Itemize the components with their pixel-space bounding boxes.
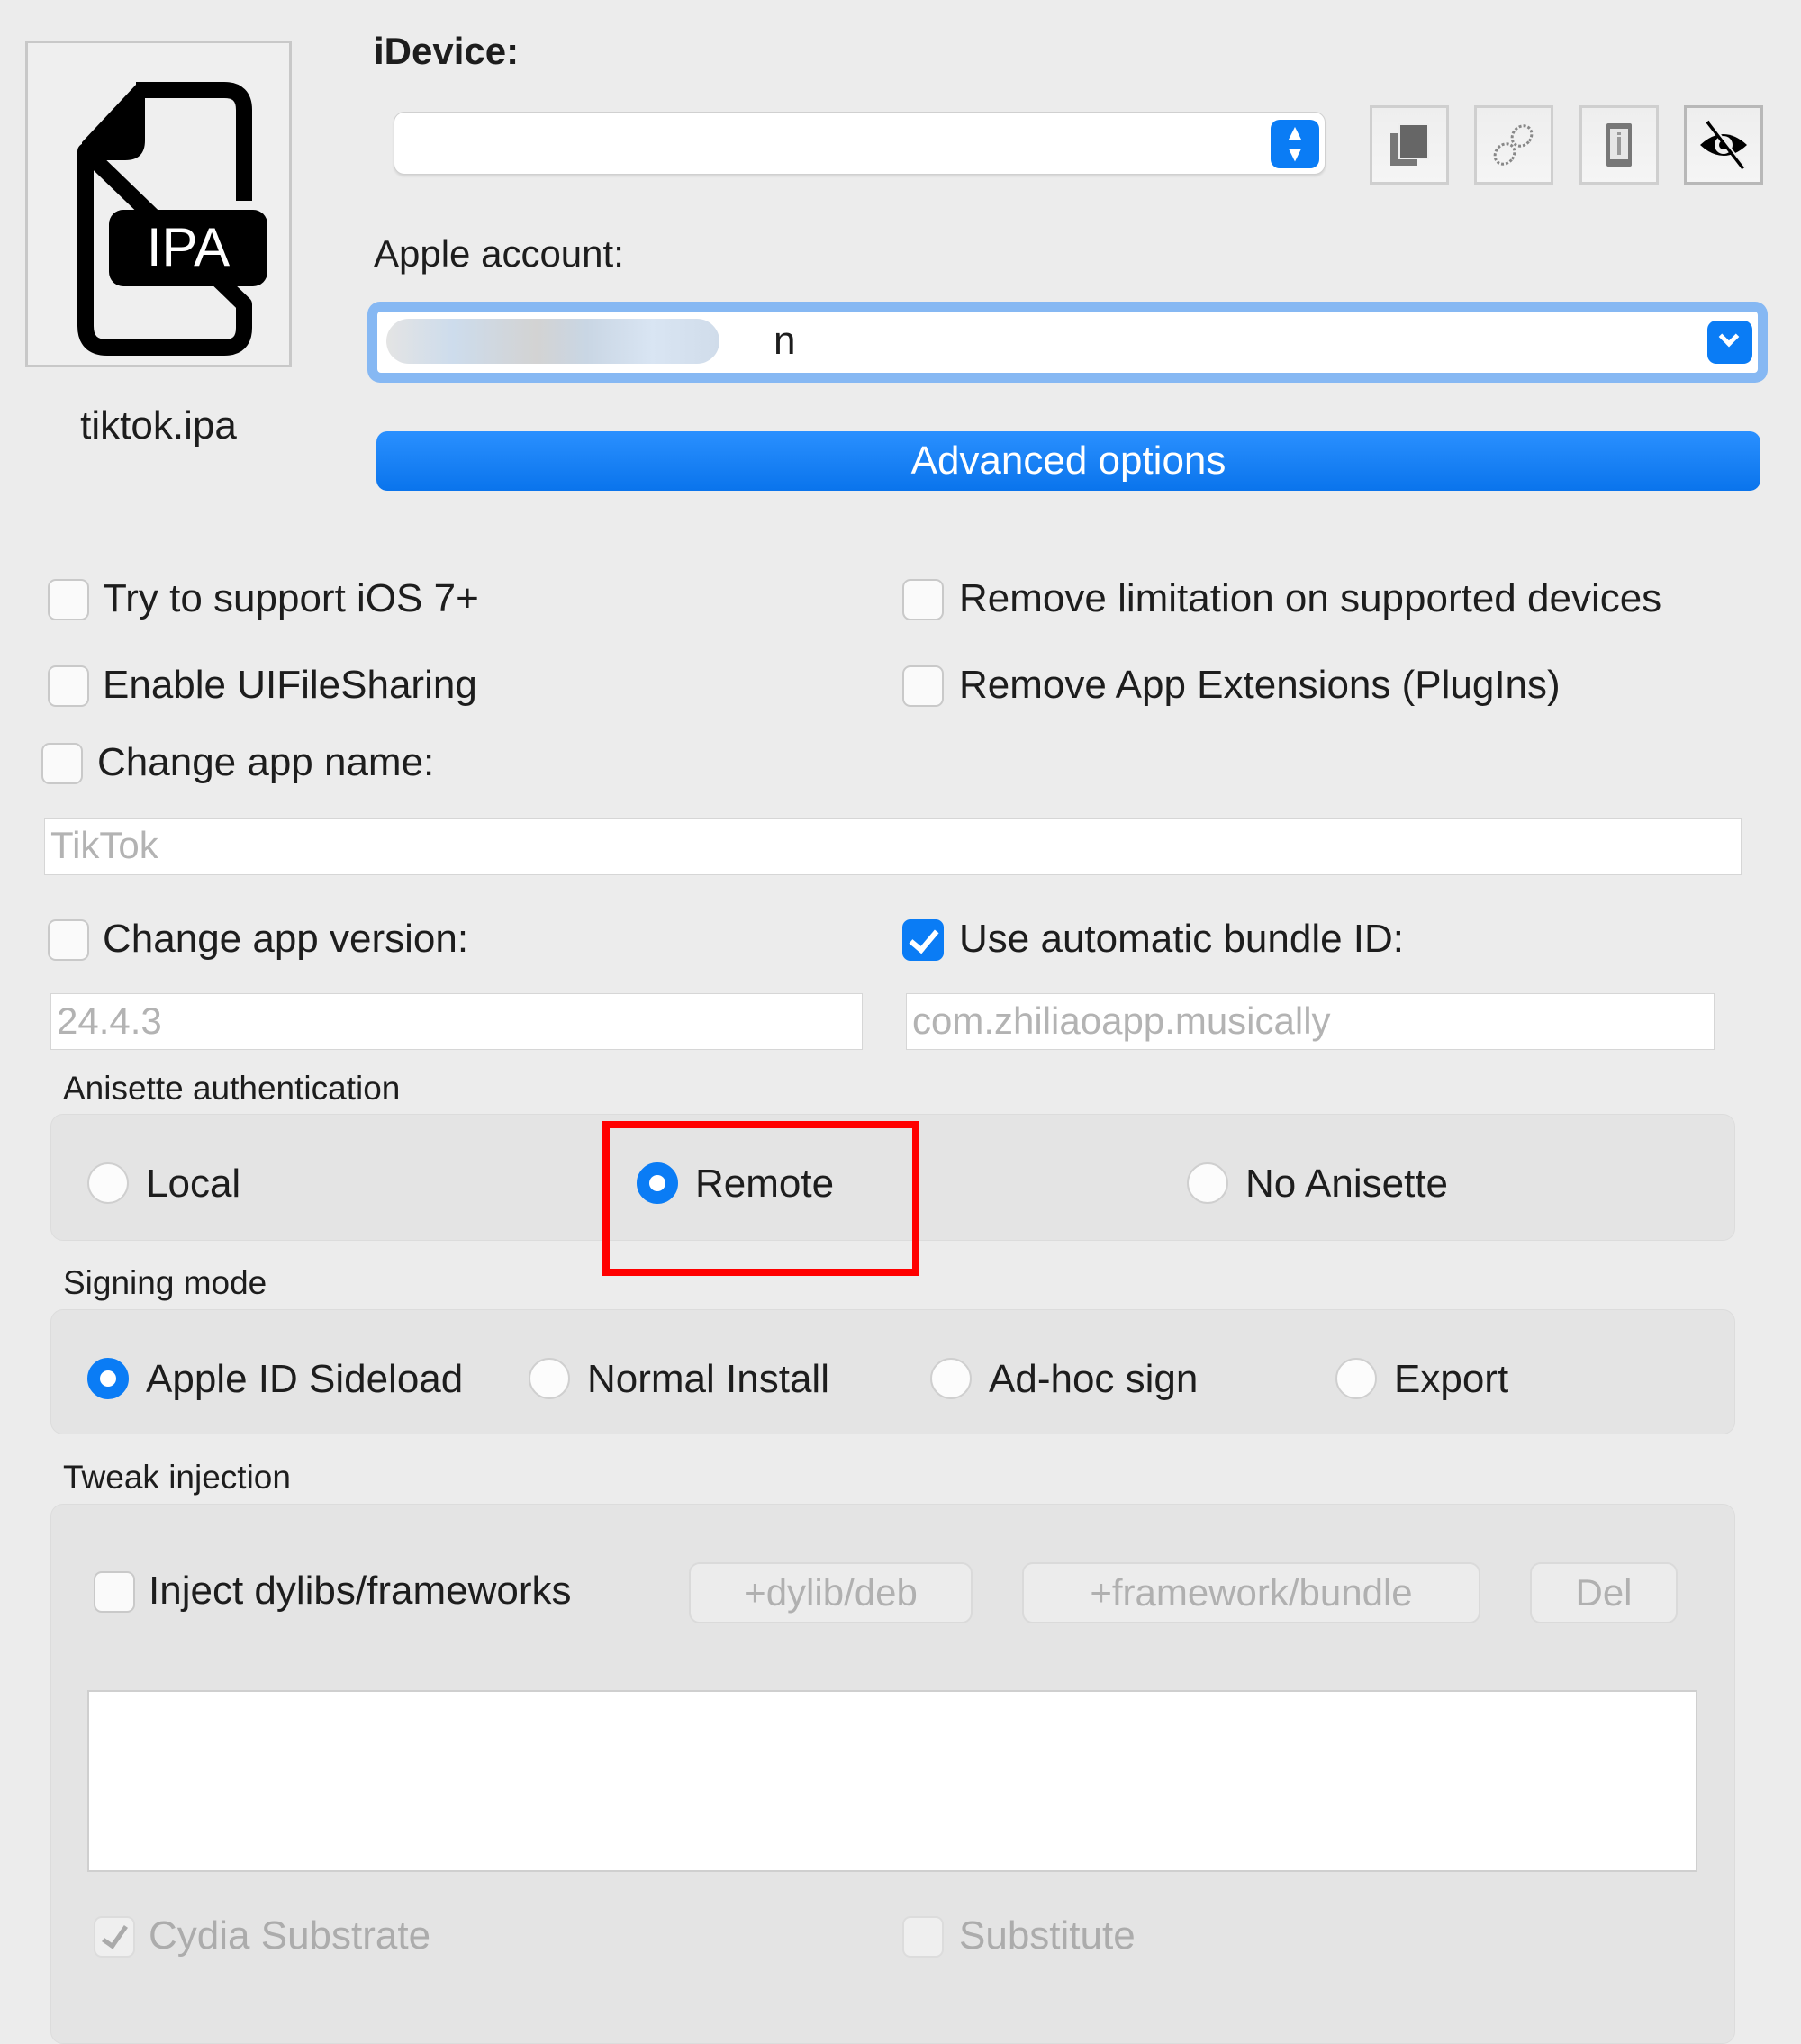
signing-sideload-radio[interactable] [87, 1358, 129, 1399]
highlight-box [602, 1121, 919, 1276]
copy-icon [1390, 123, 1429, 166]
automatic-bundle-id-checkbox[interactable] [902, 919, 944, 961]
apple-account-label: Apple account: [374, 232, 624, 275]
eye-slash-icon [1700, 120, 1747, 170]
substitute-checkbox[interactable] [902, 1916, 944, 1958]
cydia-substrate-checkbox[interactable] [94, 1916, 135, 1958]
ios7-checkbox[interactable] [48, 579, 89, 620]
anisette-none-radio[interactable] [1187, 1162, 1228, 1204]
idevice-label: iDevice: [374, 30, 520, 72]
anisette-local-label: Local [146, 1162, 241, 1206]
inject-label: Inject dylibs/frameworks [149, 1569, 572, 1613]
apple-account-combobox[interactable]: n [367, 302, 1768, 383]
remove-extensions-label: Remove App Extensions (PlugIns) [959, 663, 1561, 707]
chevron-down-icon[interactable] [1707, 321, 1752, 364]
remove-limitation-checkbox[interactable] [902, 579, 944, 620]
device-info-button[interactable] [1579, 105, 1659, 185]
signing-mode-label: Signing mode [63, 1264, 267, 1301]
ipa-file-drop-area[interactable]: IPA [25, 41, 292, 367]
signing-adhoc-radio[interactable] [930, 1358, 972, 1399]
unlink-button[interactable] [1474, 105, 1553, 185]
automatic-bundle-id-label: Use automatic bundle ID: [959, 917, 1405, 961]
ipa-file-icon: IPA [77, 82, 267, 356]
svg-text:IPA: IPA [147, 217, 230, 277]
change-app-version-label: Change app version: [103, 917, 469, 961]
signing-export-label: Export [1394, 1357, 1509, 1401]
filesharing-label: Enable UIFileSharing [103, 663, 477, 707]
anisette-none-label: No Anisette [1245, 1162, 1449, 1206]
change-app-name-label: Change app name: [97, 740, 435, 784]
copy-button[interactable] [1370, 105, 1449, 185]
signing-adhoc-label: Ad-hoc sign [989, 1357, 1199, 1401]
add-dylib-button[interactable]: +dylib/deb [689, 1562, 973, 1623]
add-framework-button[interactable]: +framework/bundle [1022, 1562, 1480, 1623]
bundle-id-field[interactable]: com.zhiliaoapp.musically [906, 993, 1715, 1050]
substitute-label: Substitute [959, 1913, 1136, 1958]
unlink-icon [1493, 124, 1534, 166]
anisette-label: Anisette authentication [63, 1070, 401, 1107]
cydia-substrate-label: Cydia Substrate [149, 1913, 431, 1958]
filesharing-checkbox[interactable] [48, 665, 89, 707]
toggle-visibility-button[interactable] [1684, 105, 1763, 185]
signing-normal-radio[interactable] [529, 1358, 570, 1399]
anisette-local-radio[interactable] [87, 1162, 129, 1204]
redacted-email-mask [386, 319, 719, 364]
signing-export-radio[interactable] [1335, 1358, 1377, 1399]
change-app-version-checkbox[interactable] [48, 919, 89, 961]
account-visible-text: n [774, 319, 796, 363]
inject-checkbox[interactable] [94, 1571, 135, 1613]
device-info-icon [1606, 123, 1632, 167]
file-name: tiktok.ipa [80, 403, 237, 448]
app-name-field[interactable]: TikTok [44, 818, 1742, 875]
signing-sideload-label: Apple ID Sideload [146, 1357, 464, 1401]
tweak-list[interactable] [87, 1690, 1697, 1872]
remove-limitation-label: Remove limitation on supported devices [959, 576, 1662, 620]
idevice-select[interactable]: ▲ ▼ [394, 112, 1326, 175]
tweak-injection-label: Tweak injection [63, 1459, 291, 1496]
delete-button[interactable]: Del [1530, 1562, 1678, 1623]
app-version-field[interactable]: 24.4.3 [50, 993, 863, 1050]
select-stepper-icon: ▲ ▼ [1271, 120, 1319, 168]
signing-normal-label: Normal Install [587, 1357, 829, 1401]
change-app-name-checkbox[interactable] [41, 743, 83, 784]
advanced-options-button[interactable]: Advanced options [376, 431, 1760, 491]
remove-extensions-checkbox[interactable] [902, 665, 944, 707]
ios7-label: Try to support iOS 7+ [103, 576, 479, 620]
